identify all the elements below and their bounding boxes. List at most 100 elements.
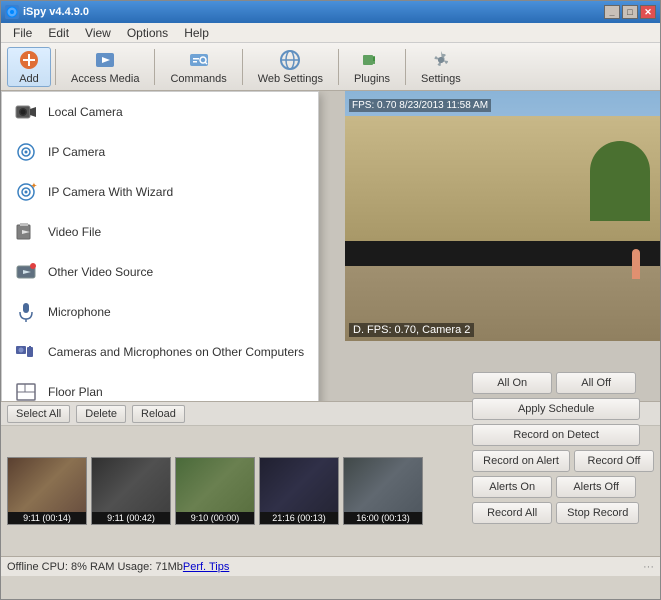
toolbar-add-button[interactable]: Add bbox=[7, 47, 51, 87]
dd-microphone[interactable]: Microphone bbox=[2, 292, 318, 332]
dd-ip-camera-label: IP Camera bbox=[48, 145, 105, 159]
thumbnail-2[interactable]: 9:11 (00:42) bbox=[91, 457, 171, 525]
dd-cameras-microphones-label: Cameras and Microphones on Other Compute… bbox=[48, 345, 304, 359]
ip-camera-wizard-icon: ✦ bbox=[14, 180, 38, 204]
toolbar-access-media-label: Access Media bbox=[71, 73, 139, 85]
camera-bottom-info: D. FPS: 0.70, Camera 2 bbox=[349, 323, 474, 337]
minimize-button[interactable]: _ bbox=[604, 5, 620, 19]
toolbar-settings-button[interactable]: Settings bbox=[410, 47, 472, 87]
thumb-1-image bbox=[8, 458, 86, 512]
main-content: Local Camera IP Camera bbox=[1, 91, 660, 401]
web-settings-icon bbox=[279, 49, 301, 71]
stop-record-button[interactable]: Stop Record bbox=[556, 502, 639, 524]
toolbar-web-settings-button[interactable]: Web Settings bbox=[247, 47, 334, 87]
all-on-button[interactable]: All On bbox=[472, 372, 552, 394]
dd-floor-plan[interactable]: Floor Plan bbox=[2, 372, 318, 401]
thumbnail-5[interactable]: 16:00 (00:13) bbox=[343, 457, 423, 525]
scene-trees bbox=[590, 141, 650, 221]
alerts-off-button[interactable]: Alerts Off bbox=[556, 476, 636, 498]
menu-help[interactable]: Help bbox=[176, 24, 217, 42]
scene-person bbox=[632, 249, 640, 279]
apply-schedule-button[interactable]: Apply Schedule bbox=[472, 398, 640, 420]
add-icon bbox=[18, 49, 40, 71]
dd-ip-camera[interactable]: IP Camera bbox=[2, 132, 318, 172]
thumb-3-label: 9:10 (00:00) bbox=[176, 512, 254, 524]
toolbar-plugins-label: Plugins bbox=[354, 73, 390, 85]
thumb-2-label: 9:11 (00:42) bbox=[92, 512, 170, 524]
menu-view[interactable]: View bbox=[77, 24, 119, 42]
record-off-button[interactable]: Record Off bbox=[574, 450, 654, 472]
svg-text:✦: ✦ bbox=[31, 182, 37, 190]
window-title: iSpy v4.4.9.0 bbox=[23, 6, 604, 18]
title-bar: iSpy v4.4.9.0 _ □ ✕ bbox=[1, 1, 660, 23]
thumb-4-image bbox=[260, 458, 338, 512]
toolbar-web-settings-label: Web Settings bbox=[258, 73, 323, 85]
bottom-panel: Select All Delete Reload 9:11 (00:14) 9:… bbox=[1, 401, 660, 556]
dd-video-file[interactable]: Video File bbox=[2, 212, 318, 252]
dd-video-file-label: Video File bbox=[48, 225, 101, 239]
menu-edit[interactable]: Edit bbox=[40, 24, 77, 42]
toolbar-add-label: Add bbox=[19, 73, 39, 85]
dd-local-camera-label: Local Camera bbox=[48, 105, 123, 119]
record-on-alert-button[interactable]: Record on Alert bbox=[472, 450, 570, 472]
thumb-2-image bbox=[92, 458, 170, 512]
toolbar-sep-5 bbox=[405, 49, 406, 85]
menu-bar: File Edit View Options Help bbox=[1, 23, 660, 43]
dd-other-video-source-label: Other Video Source bbox=[48, 265, 153, 279]
record-all-button[interactable]: Record All bbox=[472, 502, 552, 524]
select-all-button[interactable]: Select All bbox=[7, 405, 70, 423]
menu-file[interactable]: File bbox=[5, 24, 40, 42]
access-media-icon bbox=[94, 49, 116, 71]
settings-icon bbox=[430, 49, 452, 71]
toolbar-plugins-button[interactable]: Plugins bbox=[343, 47, 401, 87]
thumb-1-label: 9:11 (00:14) bbox=[8, 512, 86, 524]
microphone-icon bbox=[14, 300, 38, 324]
thumbnail-1[interactable]: 9:11 (00:14) bbox=[7, 457, 87, 525]
reload-button[interactable]: Reload bbox=[132, 405, 185, 423]
dd-ip-camera-wizard-label: IP Camera With Wizard bbox=[48, 185, 173, 199]
status-text: Offline CPU: 8% RAM Usage: 71Mb bbox=[7, 561, 183, 573]
plugins-icon bbox=[361, 49, 383, 71]
record-on-detect-button[interactable]: Record on Detect bbox=[472, 424, 640, 446]
camera-top-info: FPS: 0.70 8/23/2013 11:58 AM bbox=[349, 99, 491, 112]
menu-options[interactable]: Options bbox=[119, 24, 176, 42]
all-off-button[interactable]: All Off bbox=[556, 372, 636, 394]
rb-row-4: Record on Alert Record Off bbox=[472, 450, 654, 472]
toolbar-sep-3 bbox=[242, 49, 243, 85]
thumbnail-4[interactable]: 21:16 (00:13) bbox=[259, 457, 339, 525]
rb-row-6: Record All Stop Record bbox=[472, 502, 654, 524]
ip-camera-icon bbox=[14, 140, 38, 164]
app-icon bbox=[5, 5, 19, 19]
toolbar-sep-4 bbox=[338, 49, 339, 85]
dd-local-camera[interactable]: Local Camera bbox=[2, 92, 318, 132]
floor-plan-icon bbox=[14, 380, 38, 401]
thumbnail-3[interactable]: 9:10 (00:00) bbox=[175, 457, 255, 525]
video-file-icon bbox=[14, 220, 38, 244]
alerts-on-button[interactable]: Alerts On bbox=[472, 476, 552, 498]
camera-view: FPS: 0.70 8/23/2013 11:58 AM D. FPS: 0.7… bbox=[345, 91, 660, 341]
dd-cameras-microphones[interactable]: Cameras and Microphones on Other Compute… bbox=[2, 332, 318, 372]
main-window: iSpy v4.4.9.0 _ □ ✕ File Edit View Optio… bbox=[0, 0, 661, 600]
thumb-5-label: 16:00 (00:13) bbox=[344, 512, 422, 524]
delete-button[interactable]: Delete bbox=[76, 405, 126, 423]
local-camera-icon bbox=[14, 100, 38, 124]
close-button[interactable]: ✕ bbox=[640, 5, 656, 19]
dd-ip-camera-wizard[interactable]: ✦ IP Camera With Wizard bbox=[2, 172, 318, 212]
maximize-button[interactable]: □ bbox=[622, 5, 638, 19]
thumb-4-label: 21:16 (00:13) bbox=[260, 512, 338, 524]
thumb-5-image bbox=[344, 458, 422, 512]
cameras-microphones-icon bbox=[14, 340, 38, 364]
rb-row-5: Alerts On Alerts Off bbox=[472, 476, 654, 498]
commands-icon bbox=[188, 49, 210, 71]
toolbar-sep-2 bbox=[154, 49, 155, 85]
dd-other-video-source[interactable]: Other Video Source bbox=[2, 252, 318, 292]
other-video-source-icon bbox=[14, 260, 38, 284]
toolbar-settings-label: Settings bbox=[421, 73, 461, 85]
rb-row-2: Apply Schedule bbox=[472, 398, 654, 420]
toolbar-sep-1 bbox=[55, 49, 56, 85]
toolbar-access-media-button[interactable]: Access Media bbox=[60, 47, 150, 87]
toolbar-commands-button[interactable]: Commands bbox=[159, 47, 237, 87]
dd-floor-plan-label: Floor Plan bbox=[48, 385, 103, 399]
right-buttons-panel: All On All Off Apply Schedule Record on … bbox=[472, 372, 654, 524]
perf-tips-link[interactable]: Perf. Tips bbox=[183, 561, 229, 573]
